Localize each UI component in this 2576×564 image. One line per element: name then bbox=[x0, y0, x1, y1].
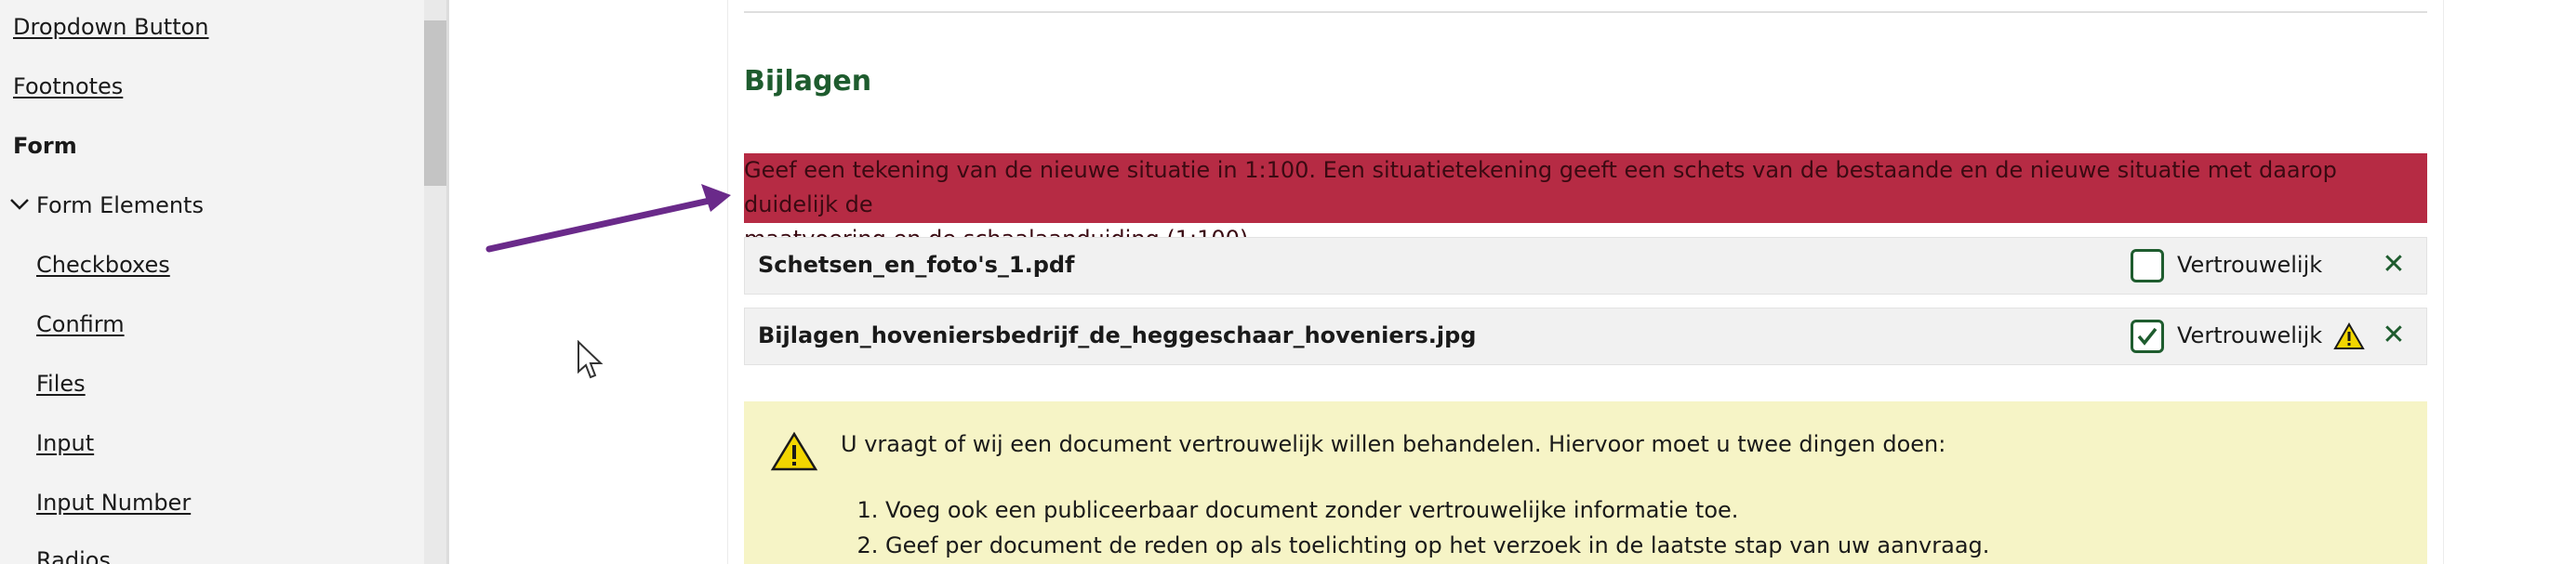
sidebar-item-dropdown-button[interactable]: Dropdown Button bbox=[13, 13, 209, 41]
mouse-cursor-icon bbox=[578, 340, 604, 379]
sidebar-item-files[interactable]: Files bbox=[36, 370, 86, 398]
warning-icon bbox=[770, 431, 818, 471]
confidential-checkbox[interactable] bbox=[2131, 320, 2164, 353]
sidebar-item-input-number[interactable]: Input Number bbox=[36, 489, 191, 517]
annotation-arrow-icon bbox=[485, 184, 731, 253]
sidebar-item-input[interactable]: Input bbox=[36, 429, 94, 457]
sidebar-nav: Dropdown Button Footnotes Form Form Elem… bbox=[0, 0, 424, 564]
warning-notice: U vraagt of wij een document vertrouweli… bbox=[744, 401, 2427, 564]
file-row: Bijlagen_hoveniersbedrijf_de_heggeschaar… bbox=[744, 308, 2427, 365]
confidential-label[interactable]: Vertrouwelijk bbox=[2177, 322, 2322, 348]
remove-file-button[interactable]: ✕ bbox=[2377, 248, 2410, 282]
confidential-checkbox[interactable] bbox=[2131, 249, 2164, 282]
sidebar-item-form[interactable]: Form bbox=[13, 132, 77, 160]
notice-text: U vraagt of wij een document vertrouweli… bbox=[841, 431, 1946, 457]
file-name: Schetsen_en_foto's_1.pdf bbox=[758, 252, 1075, 278]
checkmark-icon bbox=[2137, 327, 2158, 346]
sidebar-item-checkboxes[interactable]: Checkboxes bbox=[36, 251, 170, 279]
section-divider bbox=[744, 11, 2427, 13]
notice-steps: Voeg ook een publiceerbaar document zond… bbox=[856, 492, 1989, 563]
sidebar-scrollbar-thumb[interactable] bbox=[424, 20, 446, 186]
sidebar-item-form-elements[interactable]: Form Elements bbox=[36, 191, 204, 219]
file-name: Bijlagen_hoveniersbedrijf_de_heggeschaar… bbox=[758, 322, 1477, 348]
notice-step: Geef per document de reden op als toelic… bbox=[885, 528, 1989, 563]
sidebar-divider bbox=[446, 0, 449, 564]
confidential-label[interactable]: Vertrouwelijk bbox=[2177, 252, 2322, 278]
chevron-down-icon[interactable] bbox=[7, 192, 32, 216]
error-message: Geef een tekening van de nieuwe situatie… bbox=[744, 153, 2427, 252]
file-row: Schetsen_en_foto's_1.pdf Vertrouwelijk ✕ bbox=[744, 237, 2427, 295]
sidebar-item-footnotes[interactable]: Footnotes bbox=[13, 72, 123, 100]
remove-file-button[interactable]: ✕ bbox=[2377, 319, 2410, 352]
notice-step: Voeg ook een publiceerbaar document zond… bbox=[885, 492, 1989, 528]
sidebar-item-radios[interactable]: Radios bbox=[36, 546, 111, 564]
error-text-line-1: Geef een tekening van de nieuwe situatie… bbox=[744, 157, 2337, 217]
section-title: Bijlagen bbox=[744, 65, 872, 98]
sidebar-item-confirm[interactable]: Confirm bbox=[36, 310, 125, 338]
warning-icon bbox=[2333, 322, 2365, 349]
